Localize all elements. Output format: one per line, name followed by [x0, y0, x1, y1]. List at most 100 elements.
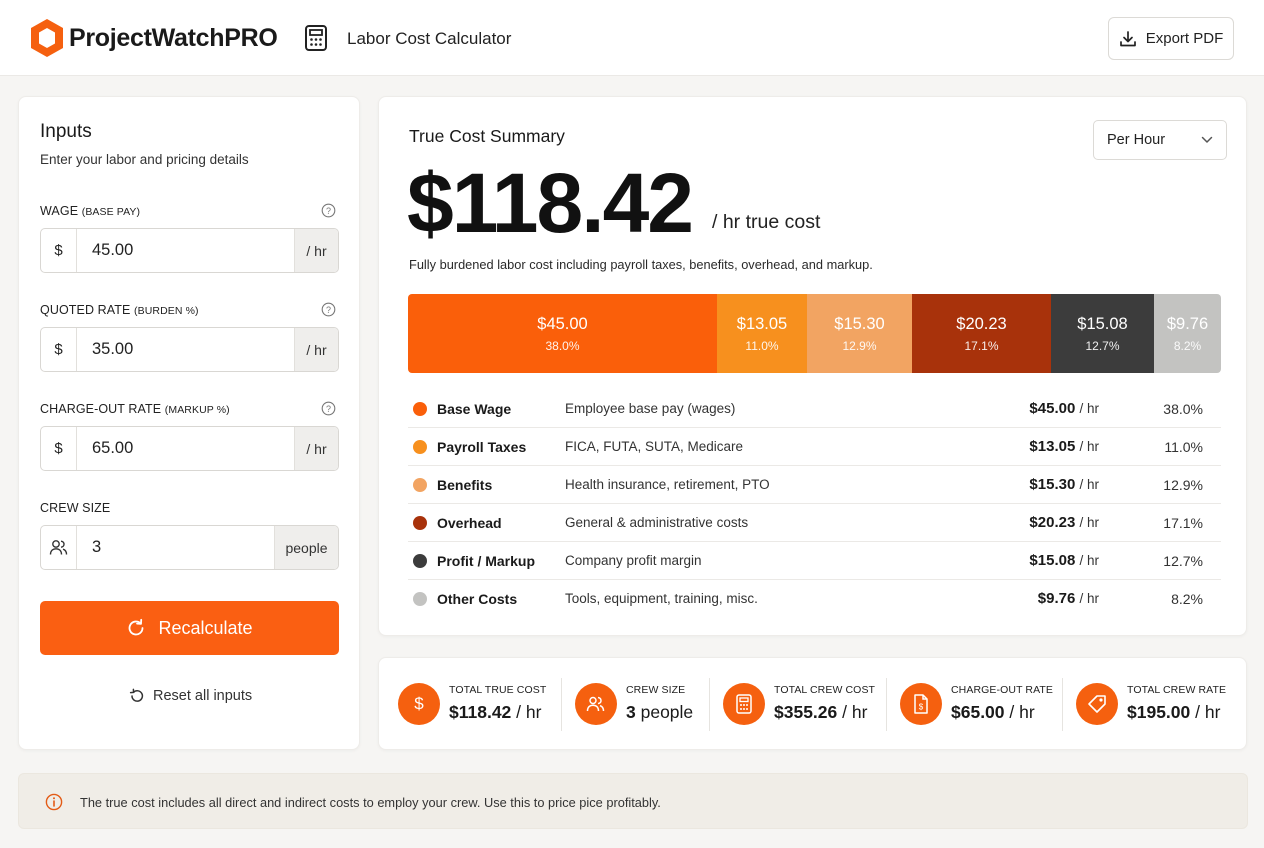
bar-segment-percent: 12.9%	[842, 338, 877, 353]
breakdown-row: Base Wage Employee base pay (wages) $45.00…	[408, 390, 1221, 428]
summary-description: Fully burdened labor cost including payr…	[409, 257, 873, 272]
bar-segment-overhead: $20.23 17.1%	[912, 294, 1051, 373]
breakdown-name: Payroll Taxes	[437, 439, 527, 455]
bar-segment-percent: 8.2%	[1173, 338, 1202, 353]
true-cost-unit: / hr true cost	[712, 211, 821, 233]
tag-icon	[1076, 683, 1118, 725]
charge-out-rate-label: CHARGE-OUT RATE (MARKUP %)	[40, 402, 230, 416]
reset-label: Reset all inputs	[153, 688, 253, 704]
breakdown-name: Benefits	[437, 477, 493, 493]
charge-out-rate-help-icon[interactable]: ?	[321, 401, 336, 416]
kpi-divider	[886, 678, 887, 731]
legend-dot	[413, 402, 427, 416]
reset-icon	[129, 688, 144, 702]
kpi-label: TOTAL CREW RATE	[1127, 684, 1227, 696]
summary-title: True Cost Summary	[409, 126, 565, 146]
brand-name: ProjectWatchPRO	[69, 24, 278, 52]
wage-label: WAGE (BASE PAY)	[40, 204, 141, 218]
kpi-divider	[1062, 678, 1063, 731]
period-select-value: Per Hour	[1107, 132, 1166, 148]
kpi-value: $118.42 / hr	[449, 702, 542, 722]
inputs-title: Inputs	[40, 121, 92, 142]
breakdown-row: Profit / Markup Company profit margin $15.…	[408, 542, 1221, 580]
wage-help-icon[interactable]: ?	[321, 203, 336, 218]
breakdown-amount: $20.23 / hr	[1029, 514, 1099, 531]
breakdown-percent: 8.2%	[1171, 591, 1203, 607]
kpi-label: TOTAL CREW COST	[774, 684, 876, 696]
breakdown-description: FICA, FUTA, SUTA, Medicare	[565, 439, 744, 454]
bar-segment-other-costs: $9.76 8.2%	[1154, 294, 1221, 373]
export-pdf-button[interactable]: Export PDF	[1108, 17, 1234, 60]
breakdown-percent: 38.0%	[1163, 401, 1203, 417]
dollar-icon: $	[398, 683, 440, 725]
quoted-rate-input[interactable]: 35.00	[77, 328, 294, 371]
bar-segment-value: $45.00	[537, 314, 588, 333]
svg-text:?: ?	[326, 305, 331, 315]
bar-segment-percent: 17.1%	[964, 338, 999, 353]
legend-dot	[413, 554, 427, 568]
cost-breakdown-table: Base Wage Employee base pay (wages) $45.00…	[408, 390, 1221, 618]
hexagon-logo-icon	[31, 19, 63, 57]
recalculate-button[interactable]: Recalculate	[40, 601, 339, 655]
charge-out-rate-input[interactable]: 65.00	[77, 427, 294, 470]
app-title: Labor Cost Calculator	[347, 29, 512, 48]
legend-dot	[413, 478, 427, 492]
kpi-divider	[561, 678, 562, 731]
breakdown-amount: $13.05 / hr	[1029, 438, 1099, 455]
breakdown-description: Company profit margin	[565, 553, 702, 568]
bar-segment-profit-markup: $15.08 12.7%	[1051, 294, 1154, 373]
wage-input[interactable]: 45.00	[77, 229, 294, 272]
bar-segment-value: $13.05	[736, 314, 788, 333]
breakdown-percent: 12.7%	[1163, 553, 1203, 569]
breakdown-name: Base Wage	[437, 401, 512, 417]
breakdown-amount: $9.76 / hr	[1037, 590, 1099, 607]
charge-out-rate-field[interactable]: $ 65.00 / hr	[40, 426, 339, 471]
breakdown-row: Payroll Taxes FICA, FUTA, SUTA, Medicare $…	[408, 428, 1221, 466]
svg-text:?: ?	[326, 206, 331, 216]
breakdown-row: Overhead General & administrative costs $2…	[408, 504, 1221, 542]
reset-all-inputs-link[interactable]: Reset all inputs	[129, 688, 252, 704]
info-icon	[45, 793, 63, 811]
breakdown-description: General & administrative costs	[565, 515, 749, 530]
bar-segment-value: $9.76	[1166, 314, 1209, 333]
charge-out-rate-unit: / hr	[294, 427, 338, 470]
breakdown-name: Other Costs	[437, 591, 518, 607]
users-icon	[575, 683, 617, 725]
breakdown-description: Tools, equipment, training, misc.	[565, 591, 758, 606]
bar-segment-value: $15.30	[834, 314, 885, 333]
quoted-rate-field[interactable]: $ 35.00 / hr	[40, 327, 339, 372]
period-select[interactable]: Per Hour	[1093, 120, 1227, 160]
export-pdf-label: Export PDF	[1145, 30, 1224, 47]
kpi-value: 3 people	[626, 702, 694, 722]
bar-segment-value: $15.08	[1077, 314, 1128, 333]
breakdown-amount: $45.00 / hr	[1029, 400, 1099, 417]
wage-field[interactable]: $ 45.00 / hr	[40, 228, 339, 273]
bar-segment-payroll-taxes: $13.05 11.0%	[717, 294, 807, 373]
recalculate-label: Recalculate	[158, 617, 253, 638]
kpi-divider	[709, 678, 710, 731]
legend-dot	[413, 592, 427, 606]
calculator-icon	[723, 683, 765, 725]
kpi-label: CREW SIZE	[626, 684, 686, 696]
refresh-icon	[129, 618, 144, 636]
svg-text:$: $	[414, 694, 424, 713]
wage-unit: / hr	[294, 229, 338, 272]
quoted-rate-currency: $	[41, 328, 77, 371]
wage-currency: $	[41, 229, 77, 272]
invoice-icon: $	[900, 683, 942, 725]
bar-segment-percent: 38.0%	[545, 338, 580, 353]
true-cost-total: $118.42	[407, 156, 694, 250]
breakdown-name: Profit / Markup	[437, 553, 536, 569]
bar-segment-base-wage: $45.00 38.0%	[408, 294, 717, 373]
kpi-value: $195.00 / hr	[1127, 702, 1221, 722]
legend-dot	[413, 516, 427, 530]
inputs-panel: Inputs Enter your labor and pricing deta…	[18, 96, 360, 750]
crew-size-input[interactable]: 3	[77, 526, 274, 569]
chevron-down-icon	[1201, 136, 1213, 143]
crew-size-field[interactable]: 3 people	[40, 525, 339, 570]
users-icon	[49, 540, 68, 555]
true-cost-summary-panel: True Cost Summary Per Hour $118.42 / hr …	[378, 96, 1247, 636]
svg-text:?: ?	[326, 404, 331, 414]
quoted-rate-help-icon[interactable]: ?	[321, 302, 336, 317]
breakdown-name: Overhead	[437, 515, 502, 531]
